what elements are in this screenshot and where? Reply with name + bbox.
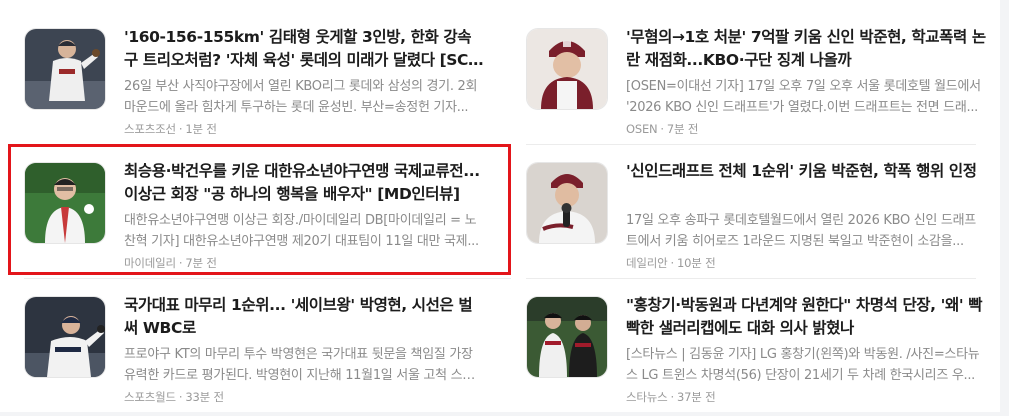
- news-item[interactable]: '신인드래프트 전체 1순위' 키움 박준현, 학폭 행위 인정 17일 오후 …: [526, 162, 986, 282]
- article-time: 1분 전: [185, 122, 217, 136]
- article-time: 37분 전: [677, 390, 716, 404]
- meta-dot: ·: [670, 390, 675, 404]
- article-thumbnail[interactable]: [526, 162, 608, 244]
- article-summary[interactable]: 프로야구 KT의 마무리 투수 박영현은 국가대표 뒷문을 책임질 가장 유력한…: [124, 344, 480, 386]
- article-source[interactable]: OSEN: [626, 122, 658, 136]
- news-item[interactable]: '160-156-155km' 김태형 웃게할 3인방, 한화 강속구 트리오처…: [24, 28, 484, 148]
- article-thumbnail[interactable]: [526, 28, 608, 110]
- article-summary[interactable]: 26일 부산 사직야구장에서 열린 KBO리그 롯데와 삼성의 경기. 2회 마…: [124, 76, 480, 118]
- news-item[interactable]: 국가대표 마무리 1순위... '세이브왕' 박영현, 시선은 벌써 WBC로 …: [24, 296, 484, 416]
- article-thumbnail[interactable]: [24, 296, 106, 378]
- meta-dot: ·: [670, 256, 675, 270]
- article-meta: 스포츠조선 · 1분 전: [124, 121, 217, 137]
- article-time: 7분 전: [666, 122, 699, 136]
- article-source[interactable]: 데일리안: [626, 256, 668, 270]
- article-title[interactable]: '신인드래프트 전체 1순위' 키움 박준현, 학폭 행위 인정: [626, 160, 986, 183]
- article-summary[interactable]: [스타뉴스 | 김동윤 기자] LG 홍창기(왼쪽)와 박동원. /사진=스타뉴…: [626, 344, 982, 386]
- article-summary[interactable]: [OSEN=이대선 기자] 17일 오후 7일 오후 서울 롯데호텔 월드에서 …: [626, 76, 982, 118]
- article-time: 33분 전: [185, 390, 224, 404]
- article-meta: 스포츠월드 · 33분 전: [124, 389, 224, 405]
- panel-edge: [996, 6, 1000, 412]
- article-meta: 데일리안 · 10분 전: [626, 255, 716, 271]
- article-source[interactable]: 스타뉴스: [626, 390, 668, 404]
- news-item[interactable]: '무혐의→1호 처분' 7억팔 키움 신인 박준현, 학교폭력 논란 재점화..…: [526, 28, 986, 148]
- article-meta: OSEN · 7분 전: [626, 121, 698, 137]
- news-item[interactable]: "홍창기·박동원과 다년계약 원한다" 차명석 단장, '왜' 빡빡한 샐러리캡…: [526, 296, 986, 416]
- article-title[interactable]: 국가대표 마무리 1순위... '세이브왕' 박영현, 시선은 벌써 WBC로: [124, 294, 484, 340]
- article-source[interactable]: 스포츠조선: [124, 122, 176, 136]
- article-title[interactable]: "홍창기·박동원과 다년계약 원한다" 차명석 단장, '왜' 빡빡한 샐러리캡…: [626, 294, 986, 340]
- meta-dot: ·: [178, 122, 183, 136]
- highlight-box: [8, 144, 511, 275]
- article-meta: 스타뉴스 · 37분 전: [626, 389, 716, 405]
- article-source[interactable]: 스포츠월드: [124, 390, 176, 404]
- article-title[interactable]: '무혐의→1호 처분' 7억팔 키움 신인 박준현, 학교폭력 논란 재점화..…: [626, 26, 986, 72]
- meta-dot: ·: [660, 122, 664, 136]
- article-thumbnail[interactable]: [526, 296, 608, 378]
- article-thumbnail[interactable]: [24, 28, 106, 110]
- meta-dot: ·: [178, 390, 183, 404]
- article-title[interactable]: '160-156-155km' 김태형 웃게할 3인방, 한화 강속구 트리오처…: [124, 26, 484, 72]
- article-time: 10분 전: [677, 256, 716, 270]
- article-summary[interactable]: 17일 오후 송파구 롯데호텔월드에서 열린 2026 KBO 신인 드래프트에…: [626, 210, 982, 252]
